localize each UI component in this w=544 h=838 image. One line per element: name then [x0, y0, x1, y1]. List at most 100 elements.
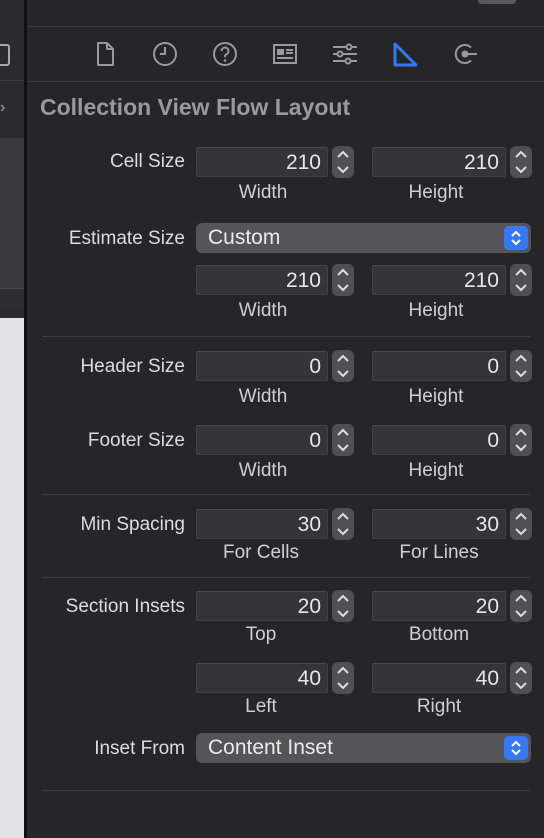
inset-right-field[interactable]: 40	[372, 663, 506, 693]
panel-title: Collection View Flow Layout	[40, 94, 351, 120]
estimate-size-label: Estimate Size	[68, 228, 185, 249]
stepper-down-icon[interactable]	[332, 440, 354, 456]
divider	[27, 81, 544, 82]
inset-bottom-stepper[interactable]	[510, 590, 532, 622]
stepper-down-icon[interactable]	[332, 162, 354, 178]
id-card-icon	[273, 44, 297, 64]
stepper-down-icon[interactable]	[510, 162, 532, 178]
stepper-down-icon[interactable]	[510, 280, 532, 296]
tab-help-inspector[interactable]	[210, 39, 240, 69]
cell-width-field[interactable]: 210	[196, 147, 328, 177]
min-spacing-lines-caption: For Lines	[399, 542, 479, 563]
tab-history-inspector[interactable]	[150, 39, 180, 69]
cell-height-stepper[interactable]	[510, 146, 532, 178]
inset-right-stepper[interactable]	[510, 662, 532, 694]
popup-arrows-icon	[504, 736, 528, 760]
min-spacing-lines-field[interactable]: 30	[372, 509, 506, 539]
header-height-field[interactable]: 0	[372, 351, 506, 381]
inset-from-popup[interactable]: Content Inset	[196, 733, 531, 763]
editor-canvas	[0, 138, 24, 288]
divider	[0, 80, 24, 81]
inset-left-stepper[interactable]	[332, 662, 354, 694]
header-size-label: Header Size	[80, 356, 185, 377]
sliders-icon	[333, 43, 357, 65]
chevron-right-icon[interactable]: ›	[0, 98, 10, 118]
section-divider	[42, 494, 530, 495]
footer-size-label: Footer Size	[87, 430, 185, 451]
inset-left-field[interactable]: 40	[196, 663, 328, 693]
stepper-up-icon[interactable]	[510, 146, 532, 162]
stepper-down-icon[interactable]	[510, 366, 532, 382]
inset-bottom-field[interactable]: 20	[372, 591, 506, 621]
stepper-up-icon[interactable]	[510, 350, 532, 366]
footer-height-field[interactable]: 0	[372, 425, 506, 455]
inset-bottom-caption: Bottom	[408, 624, 470, 645]
split-divider[interactable]	[24, 0, 27, 838]
stepper-up-icon[interactable]	[510, 662, 532, 678]
stepper-down-icon[interactable]	[332, 606, 354, 622]
tab-size-inspector[interactable]	[390, 39, 420, 69]
stepper-up-icon[interactable]	[332, 590, 354, 606]
header-width-stepper[interactable]	[332, 350, 354, 382]
estimate-width-caption: Width	[238, 300, 288, 321]
stepper-up-icon[interactable]	[332, 508, 354, 524]
question-icon	[213, 42, 237, 66]
footer-height-caption: Height	[408, 460, 464, 481]
tab-attributes-inspector[interactable]	[330, 39, 360, 69]
inset-top-stepper[interactable]	[332, 590, 354, 622]
section-divider	[42, 577, 530, 578]
header-width-field[interactable]: 0	[196, 351, 328, 381]
estimate-height-field[interactable]: 210	[372, 265, 506, 295]
stepper-down-icon[interactable]	[332, 524, 354, 540]
tab-connections-inspector[interactable]	[450, 39, 480, 69]
estimate-width-stepper[interactable]	[332, 264, 354, 296]
estimate-width-field[interactable]: 210	[196, 265, 328, 295]
editor-strip: ›	[0, 0, 24, 838]
cell-width-caption: Width	[238, 182, 288, 203]
tab-identity-inspector[interactable]	[270, 39, 300, 69]
stepper-up-icon[interactable]	[510, 508, 532, 524]
stepper-up-icon[interactable]	[332, 264, 354, 280]
stepper-down-icon[interactable]	[510, 606, 532, 622]
footer-width-field[interactable]: 0	[196, 425, 328, 455]
toolbar-button[interactable]	[478, 0, 516, 4]
stepper-down-icon[interactable]	[332, 366, 354, 382]
estimate-height-stepper[interactable]	[510, 264, 532, 296]
inset-top-field[interactable]: 20	[196, 591, 328, 621]
footer-height-stepper[interactable]	[510, 424, 532, 456]
min-spacing-label: Min Spacing	[80, 514, 185, 535]
stepper-up-icon[interactable]	[332, 350, 354, 366]
file-icon[interactable]	[0, 44, 10, 66]
estimate-height-caption: Height	[408, 300, 464, 321]
stepper-down-icon[interactable]	[332, 280, 354, 296]
popup-arrows-icon	[504, 226, 528, 250]
stepper-up-icon[interactable]	[332, 424, 354, 440]
min-spacing-cells-caption: For Cells	[222, 542, 299, 563]
editor-light-area	[0, 318, 24, 838]
cell-height-field[interactable]: 210	[372, 147, 506, 177]
stepper-up-icon[interactable]	[510, 264, 532, 280]
section-divider	[42, 790, 530, 791]
header-height-stepper[interactable]	[510, 350, 532, 382]
stepper-up-icon[interactable]	[332, 662, 354, 678]
stepper-down-icon[interactable]	[510, 524, 532, 540]
estimate-size-popup[interactable]: Custom	[196, 223, 531, 253]
stepper-up-icon[interactable]	[332, 146, 354, 162]
min-spacing-lines-stepper[interactable]	[510, 508, 532, 540]
tab-file-inspector[interactable]	[90, 39, 120, 69]
stepper-up-icon[interactable]	[510, 424, 532, 440]
inset-right-caption: Right	[416, 696, 462, 717]
stepper-down-icon[interactable]	[510, 678, 532, 694]
cell-size-label: Cell Size	[110, 151, 185, 172]
min-spacing-cells-field[interactable]: 30	[196, 509, 328, 539]
section-insets-label: Section Insets	[65, 596, 185, 617]
footer-width-stepper[interactable]	[332, 424, 354, 456]
stepper-up-icon[interactable]	[510, 590, 532, 606]
connection-arrow-icon	[454, 44, 477, 64]
min-spacing-cells-stepper[interactable]	[332, 508, 354, 540]
inset-from-value: Content Inset	[208, 736, 333, 759]
stepper-down-icon[interactable]	[332, 678, 354, 694]
cell-width-stepper[interactable]	[332, 146, 354, 178]
stepper-down-icon[interactable]	[510, 440, 532, 456]
section-divider	[42, 336, 530, 337]
